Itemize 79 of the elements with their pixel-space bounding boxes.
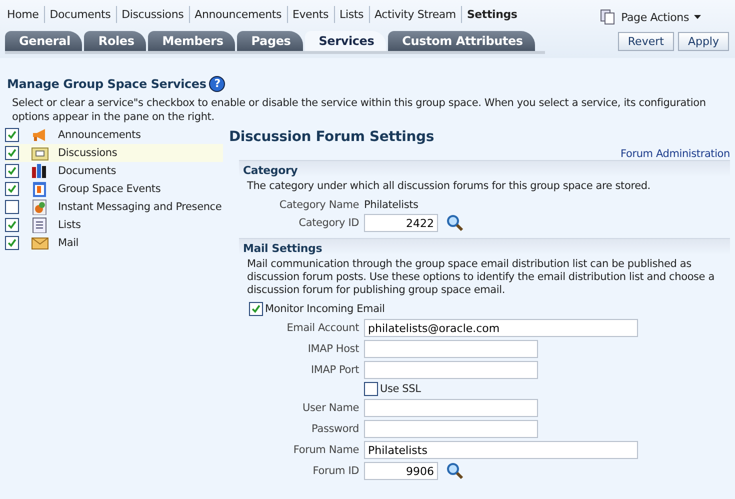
- panel-heading: Category: [243, 164, 299, 177]
- panel-text: Mail communication through the group space email distribution list can be published as discussion forum posts. Use these options to identify the email distribution list and choose a discussion forum for publishing group space email.: [246, 258, 716, 297]
- input-field[interactable]: philatelists@oracle.com: [364, 319, 638, 337]
- service-label: Documents: [58, 165, 116, 177]
- description: Select or clear a service"s checkbox to enable or disable the service within this group space. When you select a service, its configuration options appear in the pane on the right.: [12, 96, 707, 124]
- panel-heading: Mail Settings: [243, 242, 324, 255]
- field-value: Philatelists: [364, 199, 420, 211]
- checkbox[interactable]: [5, 236, 19, 250]
- checkbox[interactable]: [5, 200, 19, 214]
- input-field[interactable]: [364, 361, 538, 379]
- action-button[interactable]: Apply: [678, 32, 729, 51]
- checkbox[interactable]: [5, 128, 19, 142]
- field-label: Category ID: [298, 217, 359, 229]
- checkbox[interactable]: [5, 182, 19, 196]
- field-label: User Name: [302, 402, 359, 414]
- input-field[interactable]: [364, 399, 538, 417]
- tab[interactable]: Roles: [84, 31, 146, 51]
- service-row[interactable]: Discussions: [5, 144, 223, 162]
- service-row[interactable]: Documents: [5, 162, 223, 180]
- search-icon[interactable]: [446, 462, 464, 480]
- service-label: Announcements: [58, 129, 141, 141]
- folder-icon: [31, 145, 49, 161]
- field-label: Forum Name: [292, 444, 359, 456]
- checkbox[interactable]: [249, 302, 263, 316]
- field-label: Password: [310, 423, 359, 435]
- nav-link[interactable]: Lists: [334, 6, 370, 23]
- input-field[interactable]: [364, 420, 538, 438]
- nav-link[interactable]: Documents: [44, 6, 117, 23]
- input-field[interactable]: Philatelists: [364, 441, 638, 459]
- nav-link[interactable]: Discussions: [116, 6, 190, 23]
- field-label: Email Account: [286, 322, 359, 334]
- panel-title: Discussion Forum Settings: [229, 129, 435, 145]
- service-label: Instant Messaging and Presence: [58, 201, 222, 213]
- service-row[interactable]: Announcements: [5, 126, 223, 144]
- field-label: IMAP Host: [306, 343, 359, 355]
- nav-link[interactable]: Events: [288, 6, 335, 23]
- help-icon[interactable]: ?: [209, 76, 226, 92]
- service-label: Mail: [58, 237, 79, 249]
- tab[interactable]: Services: [304, 31, 386, 51]
- list-icon: [31, 217, 49, 233]
- service-row[interactable]: Group Space Events: [5, 180, 223, 198]
- nav-link[interactable]: Announcements: [190, 6, 288, 23]
- tab[interactable]: General: [5, 31, 82, 51]
- books-icon: [31, 163, 49, 179]
- service-label: Discussions: [58, 147, 118, 159]
- nav-link[interactable]: Home: [2, 6, 45, 23]
- field-label: IMAP Port: [310, 364, 359, 376]
- checkbox[interactable]: [5, 218, 19, 232]
- nav-link[interactable]: Activity Stream: [370, 6, 462, 23]
- checkbox[interactable]: [364, 382, 378, 396]
- panel-text: The category under which all discussion forums for this group space are stored.: [246, 180, 652, 193]
- input-field[interactable]: 2422: [364, 214, 438, 232]
- pages-icon: [600, 9, 616, 25]
- caret-icon: [694, 15, 701, 19]
- messaging-icon: [31, 199, 49, 215]
- section-title: Manage Group Space Services: [7, 77, 206, 91]
- action-button[interactable]: Revert: [618, 32, 674, 51]
- page-actions-menu[interactable]: Page Actions: [621, 10, 689, 24]
- nav-link[interactable]: Settings: [462, 6, 522, 23]
- envelope-icon: [31, 235, 49, 251]
- checkbox[interactable]: [5, 164, 19, 178]
- calendar-icon: [31, 181, 49, 197]
- tab[interactable]: Pages: [237, 31, 303, 51]
- field-label: Forum ID: [312, 465, 359, 477]
- service-row[interactable]: Lists: [5, 216, 223, 234]
- input-field[interactable]: [364, 340, 538, 358]
- input-field[interactable]: 9906: [364, 462, 438, 480]
- search-icon[interactable]: [446, 214, 464, 232]
- checkbox-label: Monitor Incoming Email: [265, 303, 385, 315]
- tab[interactable]: Members: [148, 31, 236, 51]
- checkbox[interactable]: [5, 146, 19, 160]
- forum-admin-link[interactable]: Forum Administration: [620, 148, 730, 160]
- service-row[interactable]: Instant Messaging and Presence: [5, 198, 223, 216]
- service-label: Lists: [58, 219, 81, 231]
- field-label: Category Name: [278, 199, 359, 211]
- service-label: Group Space Events: [58, 183, 161, 195]
- service-row[interactable]: Mail: [5, 234, 223, 252]
- checkbox-label: Use SSL: [380, 383, 421, 395]
- tab[interactable]: Custom Attributes: [388, 31, 535, 51]
